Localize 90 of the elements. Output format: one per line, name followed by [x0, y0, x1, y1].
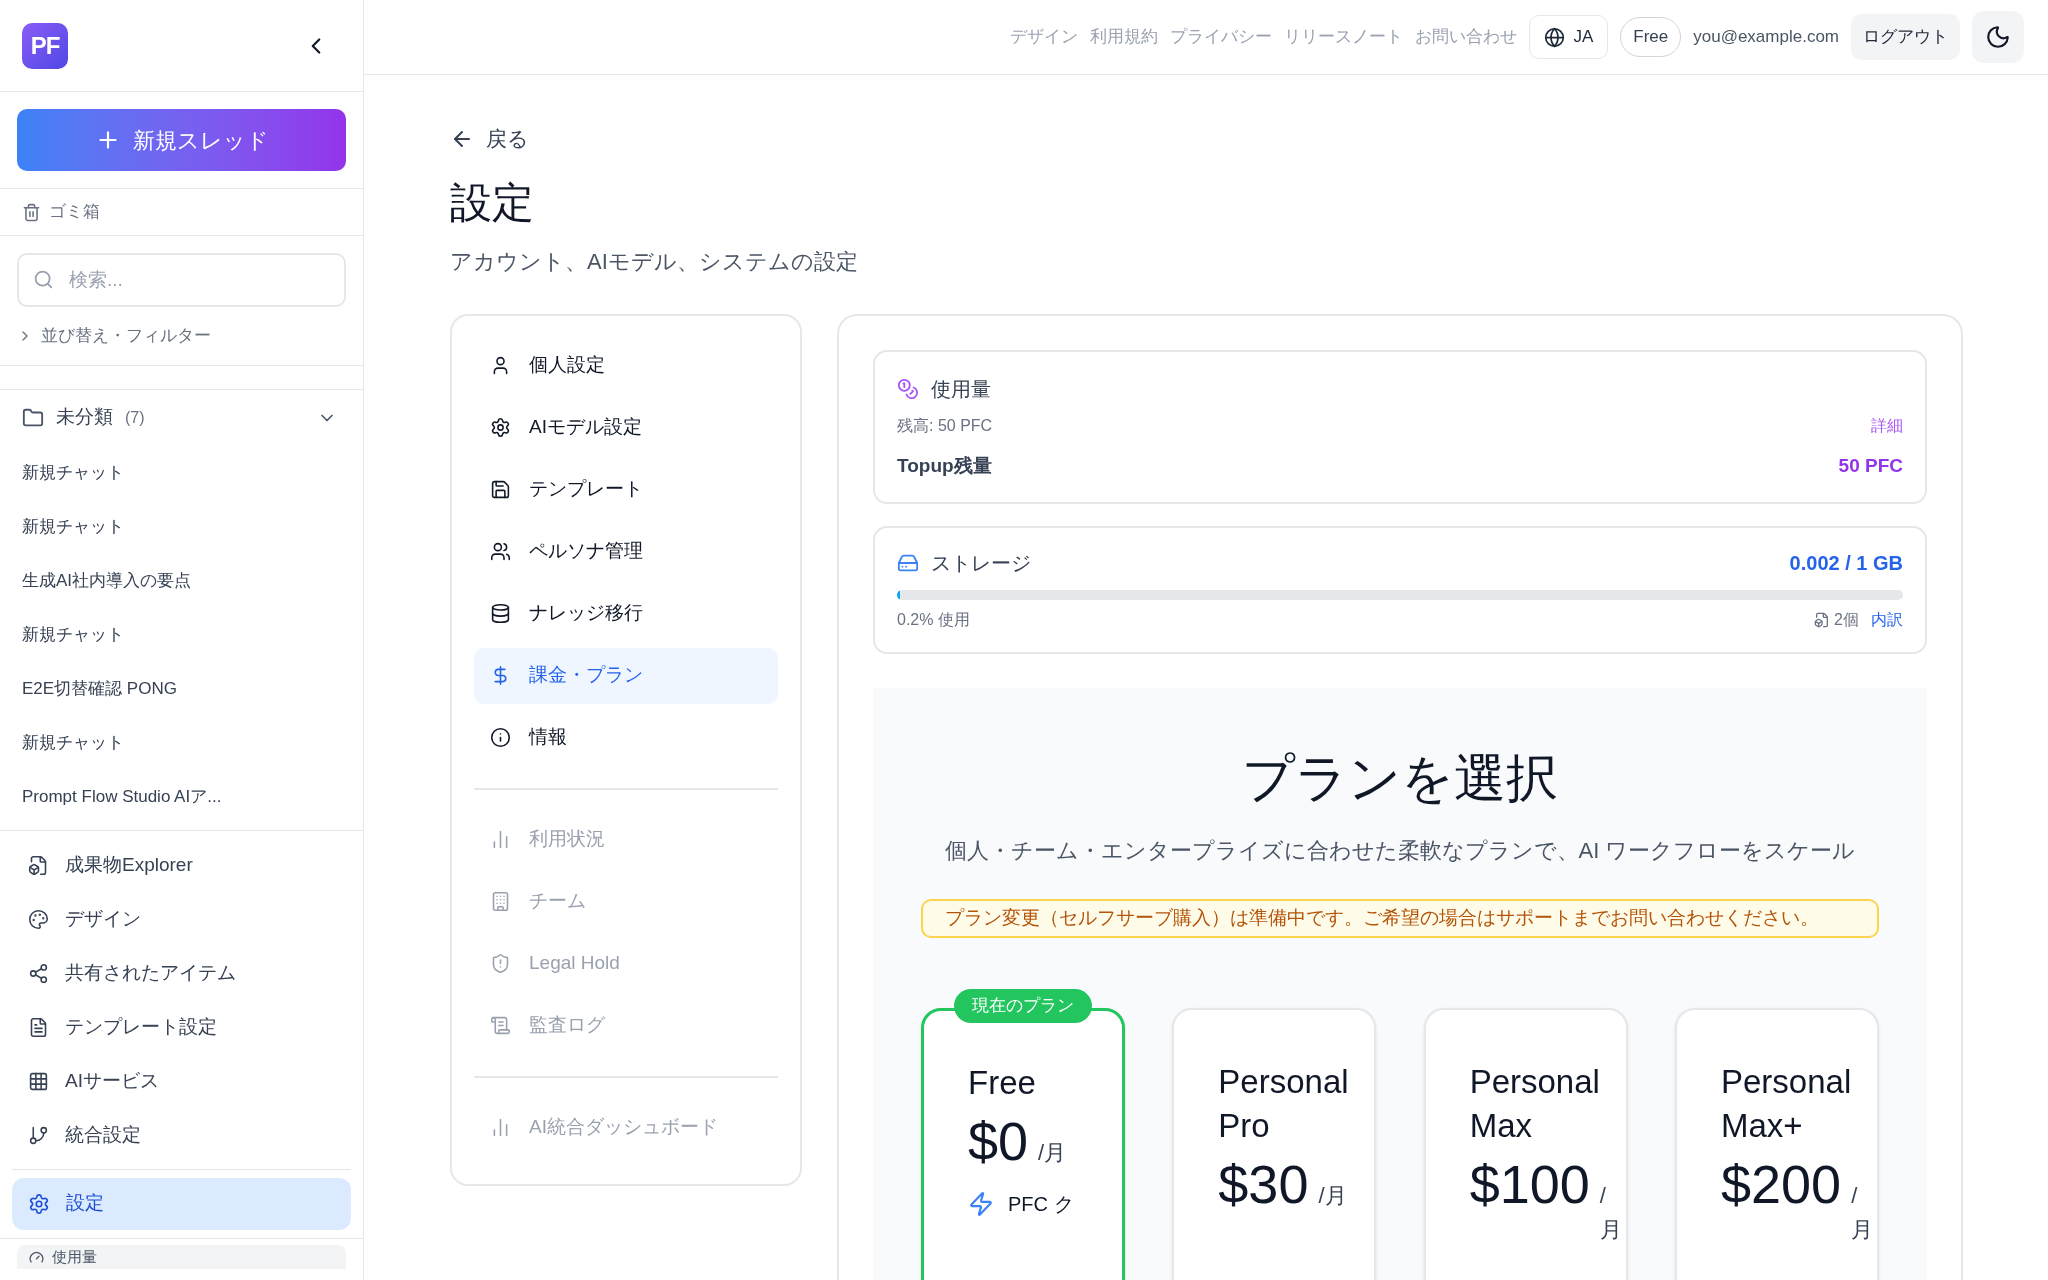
settings-nav-item[interactable]: AIモデル設定 [474, 399, 778, 456]
drive-icon [897, 552, 919, 574]
detail-link[interactable]: 詳細 [1871, 413, 1903, 438]
plan-price: $0 [968, 1110, 1029, 1173]
usage-peek[interactable]: 使用量 [17, 1244, 346, 1269]
nav-item[interactable]: 共有されたアイテム [12, 946, 351, 1001]
chat-item[interactable]: 新規チャット [22, 729, 124, 756]
plan-price: $30 [1218, 1153, 1309, 1216]
card-title: 使用量 [931, 376, 991, 402]
grid-icon [28, 1071, 49, 1092]
chat-item[interactable]: 新規チャット [22, 621, 124, 648]
settings-nav-item[interactable]: テンプレート [474, 461, 778, 518]
topup-value: 50 PFC [1838, 453, 1903, 478]
folder-count: (7) [125, 407, 145, 428]
share-icon [28, 963, 49, 984]
plan-card[interactable]: Personal Max+ $200 /月 [1675, 1008, 1879, 1280]
topup-label: Topup残量 [897, 453, 992, 478]
gear-icon [490, 417, 511, 438]
people-icon [490, 541, 511, 562]
palette-icon [28, 909, 49, 930]
database-icon [490, 603, 511, 624]
file-count: 2個 [1834, 610, 1859, 630]
plans-subtitle: 個人・チーム・エンタープライズに合わせた柔軟なプランで、AI ワークフローをスケール [944, 837, 1856, 865]
plan-card[interactable]: Personal Max $100 /月 [1423, 1008, 1628, 1280]
plan-period: /月 [1318, 1182, 1347, 1210]
chat-item[interactable]: 新規チャット [22, 459, 124, 486]
user-email: you@example.com [1693, 26, 1839, 49]
new-thread-button[interactable]: 新規スレッド [17, 109, 346, 171]
folder-name[interactable]: 未分類 [56, 403, 113, 432]
globe-icon [1544, 26, 1566, 48]
plan-name: Personal Pro [1218, 1062, 1350, 1146]
coins-icon [897, 377, 919, 400]
theme-toggle[interactable] [1972, 11, 2024, 63]
plan-feature: PFC ク [1008, 1192, 1074, 1217]
nav-item[interactable]: 統合設定 [12, 1108, 351, 1163]
notice-banner: プラン変更（セルフサーブ購入）は準備中です。ご希望の場合はサポートまでお問い合わせください。 [921, 899, 1879, 938]
scroll-icon [490, 1015, 511, 1036]
storage-value: 0.002 / 1 GB [1789, 551, 1903, 576]
usage-percent: 0.2% 使用 [897, 610, 970, 630]
shield-icon [490, 953, 511, 974]
chat-item[interactable]: E2E切替確認 PONG [22, 675, 177, 702]
nav-item[interactable]: AIサービス [12, 1054, 351, 1109]
settings-nav-item[interactable]: ナレッジ移行 [474, 585, 778, 642]
trash-icon [22, 202, 41, 222]
gauge-icon [29, 1249, 44, 1265]
settings-nav-item[interactable]: 課金・プラン [474, 647, 778, 704]
app-logo[interactable]: PF [22, 22, 68, 69]
lightning-icon [968, 1191, 994, 1217]
file-box-icon [1814, 612, 1831, 628]
chat-item[interactable]: Prompt Flow Studio AIア... [22, 783, 222, 810]
balance-text: 残高: 50 PFC [897, 415, 993, 436]
search-field[interactable]: 検索... [17, 253, 346, 307]
moon-icon [1985, 24, 2011, 50]
chat-item[interactable]: 新規チャット [22, 513, 124, 540]
language-button[interactable]: JA [1529, 15, 1609, 59]
chat-item[interactable]: 生成AI社内導入の要点 [22, 567, 192, 594]
file-box-icon [28, 855, 49, 876]
document-icon [28, 1017, 49, 1038]
current-plan-badge: 現在のプラン [954, 989, 1092, 1023]
settings-nav-item[interactable]: 情報 [474, 709, 778, 766]
plan-name: Personal Max [1469, 1062, 1601, 1146]
plan-name: Free [968, 1063, 1037, 1103]
branch-icon [28, 1125, 49, 1146]
page-subtitle: アカウント、AIモデル、システムの設定 [450, 247, 859, 276]
plans-title: プランを選択 [1242, 748, 1558, 809]
plan-price: $200 [1721, 1153, 1842, 1216]
plan-period: /月 [1599, 1182, 1623, 1244]
plan-price: $100 [1469, 1153, 1590, 1216]
breakdown-link[interactable]: 内訳 [1871, 608, 1903, 632]
plan-period: /月 [1038, 1139, 1067, 1167]
nav-item[interactable]: 成果物Explorer [12, 838, 351, 893]
plan-period: /月 [1851, 1182, 1875, 1244]
info-icon [490, 727, 511, 748]
plan-name: Personal Max+ [1721, 1062, 1853, 1146]
nav-item[interactable]: 設定 [12, 1177, 351, 1230]
plan-card[interactable]: Personal Pro $30 /月 [1172, 1008, 1377, 1280]
page-title: 設定 [450, 177, 535, 228]
building-icon [490, 891, 511, 912]
settings-nav-item[interactable]: ペルソナ管理 [474, 523, 778, 580]
gear-icon [28, 1192, 50, 1215]
nav-item[interactable]: テンプレート設定 [12, 1000, 351, 1055]
card-title: ストレージ [931, 551, 1031, 576]
trash-link[interactable]: ゴミ箱 [49, 199, 100, 225]
nav-item[interactable]: デザイン [12, 892, 351, 947]
sort-filter-toggle[interactable]: 並び替え・フィルター [17, 323, 346, 349]
settings-nav-item[interactable]: 個人設定 [474, 337, 778, 394]
folder-icon [22, 406, 44, 429]
search-icon [33, 269, 54, 290]
back-link[interactable]: 戻る [486, 123, 529, 155]
logout-button[interactable]: ログアウト [1851, 14, 1960, 60]
